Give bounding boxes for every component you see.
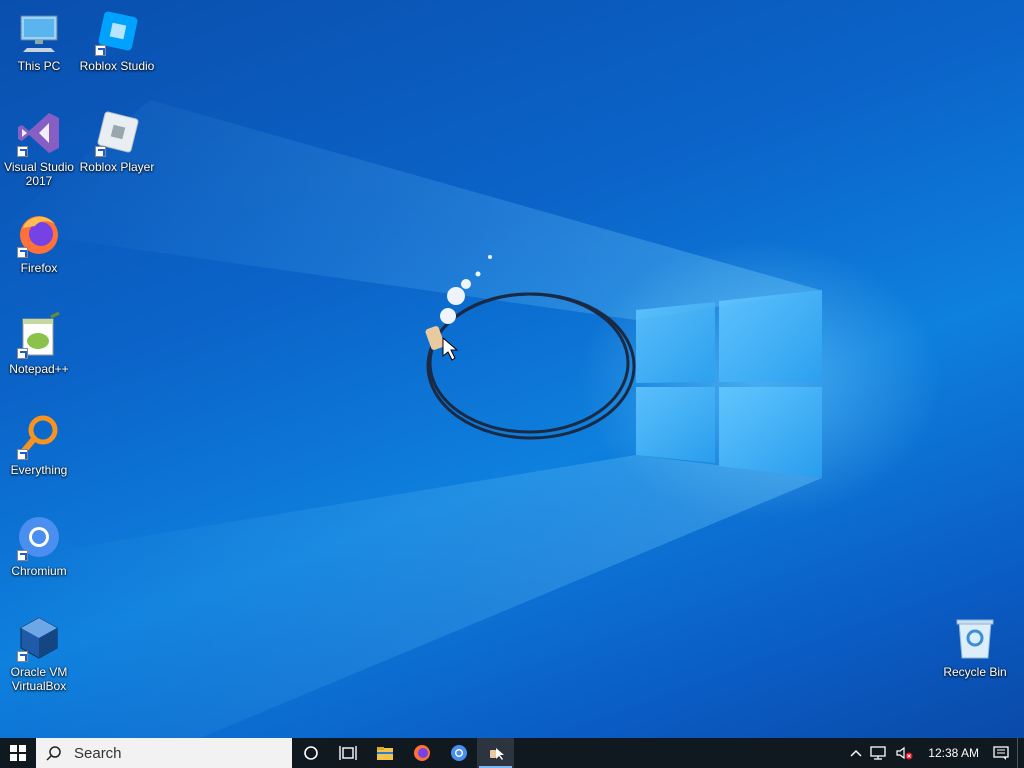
desktop-icon-label: Oracle VM VirtualBox: [10, 665, 68, 693]
search-icon: [46, 745, 62, 761]
desktop-icon-label: Visual Studio 2017: [4, 160, 74, 188]
desktop-icon-label: Everything: [10, 463, 68, 477]
desktop-icon-label: Notepad++: [9, 362, 69, 376]
network-button[interactable]: [866, 738, 892, 768]
chromium-icon: [450, 745, 467, 761]
recycle-bin-icon: [951, 614, 999, 662]
action-center-button[interactable]: [989, 738, 1013, 768]
desktop-icon-label: Roblox Player: [79, 160, 155, 174]
desktop-icon-label: This PC: [17, 59, 61, 73]
chevron-up-icon: [850, 749, 862, 757]
visual-studio-icon: [15, 109, 63, 157]
running-app-icon: [489, 748, 504, 760]
roblox-player-icon: [93, 109, 141, 157]
file-explorer-icon: [376, 747, 393, 760]
desktop-icon-virtualbox[interactable]: Oracle VM VirtualBox: [0, 614, 78, 693]
notification-icon: [993, 746, 1009, 760]
desktop: This PC Roblox Studio Visual Studio 2017…: [0, 0, 1024, 738]
desktop-icon-notepad-plus-plus[interactable]: Notepad++: [0, 311, 78, 376]
task-view-button[interactable]: [329, 738, 366, 768]
show-hidden-icons-button[interactable]: [846, 738, 866, 768]
chromium-taskbar-button[interactable]: [440, 738, 477, 768]
file-explorer-button[interactable]: [366, 738, 403, 768]
firefox-icon: [15, 210, 63, 258]
shortcut-arrow-icon: [95, 45, 106, 56]
firefox-icon: [413, 745, 430, 761]
system-tray: 12:38 AM: [846, 738, 1024, 768]
shortcut-arrow-icon: [17, 348, 28, 359]
volume-button[interactable]: [892, 738, 918, 768]
desktop-icon-label: Chromium: [11, 564, 67, 578]
desktop-icon-roblox-studio[interactable]: Roblox Studio: [78, 8, 156, 73]
search-placeholder: Search: [74, 744, 122, 762]
shortcut-arrow-icon: [17, 651, 28, 662]
desktop-icon-roblox-player[interactable]: Roblox Player: [78, 109, 156, 174]
roblox-studio-icon: [93, 8, 141, 56]
chromium-icon: [15, 513, 63, 561]
desktop-icon-visual-studio[interactable]: Visual Studio 2017: [0, 109, 78, 188]
desktop-icon-recycle-bin[interactable]: Recycle Bin: [936, 614, 1014, 679]
notepad-plus-plus-icon: [15, 311, 63, 359]
shortcut-arrow-icon: [17, 449, 28, 460]
desktop-icon-chromium[interactable]: Chromium: [0, 513, 78, 578]
desktop-icon-label: Roblox Studio: [79, 59, 155, 73]
clock[interactable]: 12:38 AM: [918, 746, 989, 760]
firefox-taskbar-button[interactable]: [403, 738, 440, 768]
desktop-icon-this-pc[interactable]: This PC: [0, 8, 78, 73]
volume-muted-icon: [896, 746, 913, 760]
desktop-icon-label: Recycle Bin: [943, 665, 1007, 679]
taskbar-search-box[interactable]: Search: [36, 738, 292, 768]
shortcut-arrow-icon: [17, 247, 28, 258]
cortana-icon: [303, 746, 318, 760]
windows-logo-icon: [10, 745, 26, 761]
desktop-icon-everything[interactable]: Everything: [0, 412, 78, 477]
desktop-icon-label: Firefox: [20, 261, 58, 275]
shortcut-arrow-icon: [17, 146, 28, 157]
task-view-icon: [338, 746, 357, 760]
cortana-button[interactable]: [292, 738, 329, 768]
running-app-taskbar-button[interactable]: [477, 738, 514, 768]
taskbar: Search 12:38 AM: [0, 738, 1024, 768]
everything-search-icon: [15, 412, 63, 460]
start-button[interactable]: [0, 738, 36, 768]
network-icon: [870, 746, 886, 760]
desktop-icon-firefox[interactable]: Firefox: [0, 210, 78, 275]
virtualbox-icon: [15, 614, 63, 662]
computer-icon: [15, 8, 63, 56]
show-desktop-button[interactable]: [1017, 738, 1024, 768]
shortcut-arrow-icon: [17, 550, 28, 561]
shortcut-arrow-icon: [95, 146, 106, 157]
